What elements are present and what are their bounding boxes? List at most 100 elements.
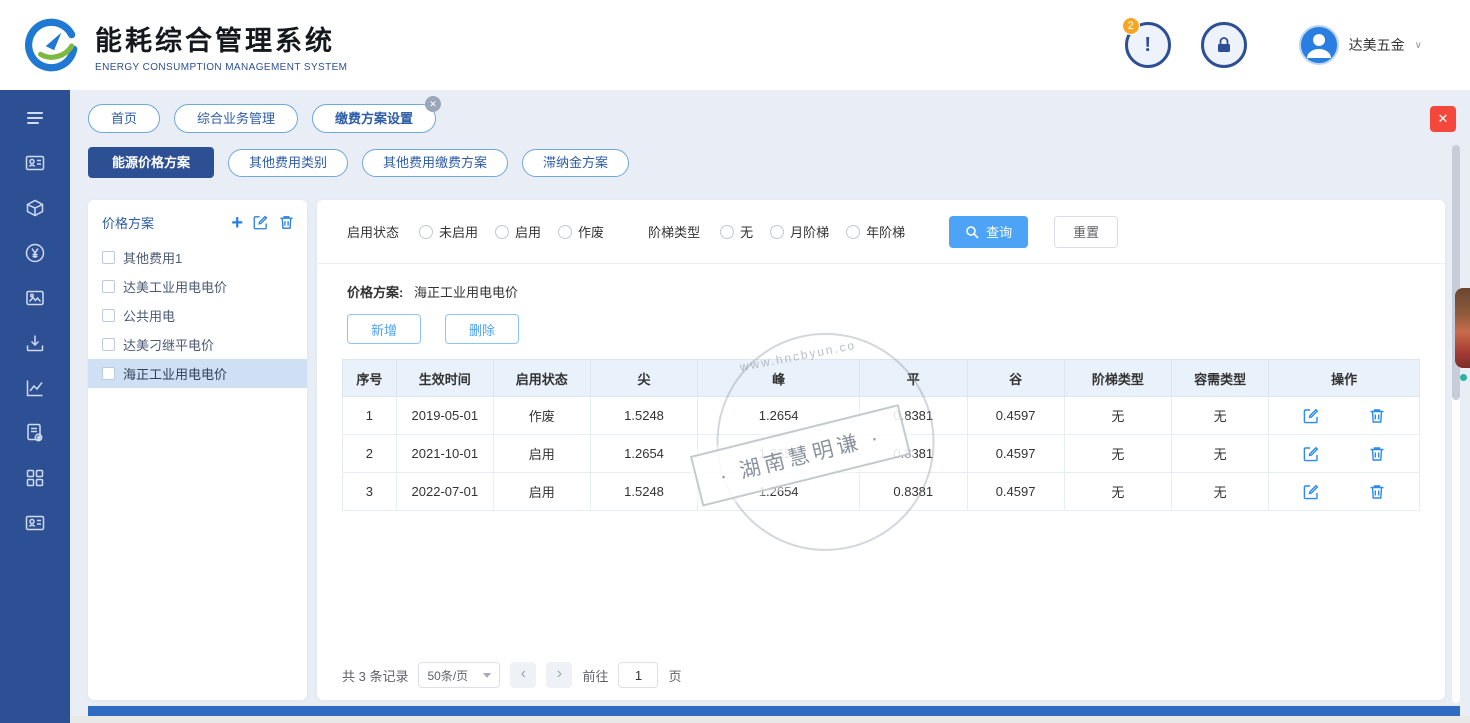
filter-bar: 启用状态 未启用 启用 作废 阶梯类型 [317, 200, 1445, 264]
price-plan-panel-header: 价格方案 [88, 200, 307, 243]
cell-peak: 1.2654 [698, 435, 860, 473]
reset-button[interactable]: 重置 [1054, 216, 1118, 248]
user-name: 达美五金 [1349, 35, 1405, 55]
plan-list-item-label: 公共用电 [123, 306, 175, 325]
subtab-other-fee-payment-plan[interactable]: 其他费用缴费方案 [362, 149, 508, 177]
radio-ladder-yearly[interactable]: 年阶梯 [846, 222, 905, 241]
checkbox-icon[interactable] [102, 338, 115, 351]
table-header-row: 序号 生效时间 启用状态 尖 峰 平 谷 阶梯类型 容需类型 操作 [343, 360, 1420, 397]
delete-plan-icon[interactable] [278, 214, 295, 231]
tab-business-mgmt[interactable]: 综合业务管理 [174, 104, 298, 133]
table-row: 3 2022-07-01 启用 1.5248 1.2654 0.8381 0.4… [343, 473, 1420, 511]
cell-operations [1269, 435, 1420, 473]
cell-valley: 0.4597 [967, 435, 1064, 473]
page-size-select[interactable]: 50条/页 [418, 662, 500, 688]
radio-ladder-monthly[interactable]: 月阶梯 [770, 222, 829, 241]
lock-icon [1213, 34, 1235, 56]
mascot-peek[interactable] [1455, 288, 1470, 368]
doc-settings-icon[interactable] [23, 421, 47, 445]
radio-circle-icon [495, 225, 509, 239]
content-area: 首页 综合业务管理 缴费方案设置 能源价格方案 其他费用类别 其他费用缴费方案 … [70, 90, 1470, 723]
delete-row-button[interactable] [1368, 445, 1386, 463]
checkbox-icon[interactable] [102, 309, 115, 322]
vertical-scrollbar[interactable] [1452, 145, 1460, 703]
plan-list-item[interactable]: 达美刁继平电价 [88, 330, 307, 359]
lock-button[interactable] [1201, 22, 1247, 68]
delete-row-button[interactable] [1368, 483, 1386, 501]
checkbox-icon[interactable] [102, 251, 115, 264]
package-icon[interactable] [23, 196, 47, 220]
report-image-icon[interactable] [23, 286, 47, 310]
current-plan-row: 价格方案: 海正工业用电电价 [317, 264, 1445, 301]
ladder-filter-label: 阶梯类型 [648, 222, 700, 241]
cell-index: 2 [343, 435, 397, 473]
tab-payment-plan-settings[interactable]: 缴费方案设置 [312, 104, 436, 133]
col-header: 操作 [1269, 360, 1420, 397]
app-logo-icon [22, 14, 82, 74]
cell-status: 启用 [493, 435, 590, 473]
col-header: 尖 [590, 360, 698, 397]
cell-status: 启用 [493, 473, 590, 511]
tab-home[interactable]: 首页 [88, 104, 160, 133]
user-menu[interactable]: 达美五金 [1299, 25, 1422, 65]
id-card-icon[interactable] [23, 151, 47, 175]
next-page-button[interactable] [546, 662, 572, 688]
price-plan-panel-title: 价格方案 [102, 213, 231, 232]
add-record-button[interactable]: 新增 [347, 314, 421, 344]
edit-row-button[interactable] [1302, 445, 1320, 463]
edit-row-button[interactable] [1302, 407, 1320, 425]
page-size-value: 50条/页 [427, 667, 468, 684]
radio-status-voided[interactable]: 作废 [558, 222, 604, 241]
grid-icon[interactable] [23, 466, 47, 490]
radio-status-not-enabled[interactable]: 未启用 [419, 222, 478, 241]
prev-page-button[interactable] [510, 662, 536, 688]
subtab-late-fee-plan[interactable]: 滞纳金方案 [522, 149, 629, 177]
radio-ladder-none[interactable]: 无 [720, 222, 753, 241]
menu-icon[interactable] [23, 106, 47, 130]
status-filter-label: 启用状态 [347, 222, 399, 241]
radio-status-enabled[interactable]: 启用 [495, 222, 541, 241]
col-header: 启用状态 [493, 360, 590, 397]
tab-close-icon[interactable] [425, 96, 441, 112]
col-header: 平 [859, 360, 967, 397]
download-icon[interactable] [23, 331, 47, 355]
line-chart-icon[interactable] [23, 376, 47, 400]
notification-badge: 2 [1122, 17, 1140, 35]
edit-plan-icon[interactable] [252, 214, 269, 231]
radio-label: 作废 [578, 222, 604, 241]
id-card-alt-icon[interactable] [23, 511, 47, 535]
cell-flat: 0.8381 [859, 435, 967, 473]
add-plan-icon[interactable] [231, 216, 243, 230]
app: 能耗综合管理系统 ENERGY CONSUMPTION MANAGEMENT S… [0, 0, 1470, 723]
close-page-button[interactable] [1430, 106, 1456, 132]
plan-list-item[interactable]: 公共用电 [88, 301, 307, 330]
cell-sharp: 1.5248 [590, 397, 698, 435]
currency-yen-icon[interactable] [23, 241, 47, 265]
app-title-block: 能耗综合管理系统 ENERGY CONSUMPTION MANAGEMENT S… [95, 19, 347, 73]
notification-button[interactable]: 2 [1125, 22, 1171, 68]
cell-peak: 1.2654 [698, 397, 860, 435]
radio-label: 年阶梯 [866, 222, 905, 241]
status-filter-group: 启用状态 未启用 启用 作废 [347, 222, 604, 241]
goto-page-input[interactable] [618, 662, 658, 688]
edit-row-button[interactable] [1302, 483, 1320, 501]
breadcrumb-tabs: 首页 综合业务管理 缴费方案设置 [88, 104, 436, 133]
cell-index: 3 [343, 473, 397, 511]
sub-tabs: 能源价格方案 其他费用类别 其他费用缴费方案 滞纳金方案 [88, 147, 629, 178]
plan-list-item[interactable]: 达美工业用电电价 [88, 272, 307, 301]
delete-record-button[interactable]: 删除 [445, 314, 519, 344]
plan-list-item[interactable]: 其他费用1 [88, 243, 307, 272]
cell-valley: 0.4597 [967, 397, 1064, 435]
subtab-energy-price-plan[interactable]: 能源价格方案 [88, 147, 214, 178]
delete-row-button[interactable] [1368, 407, 1386, 425]
query-button[interactable]: 查询 [949, 216, 1028, 248]
table-row: 1 2019-05-01 作废 1.5248 1.2654 0.8381 0.4… [343, 397, 1420, 435]
checkbox-icon[interactable] [102, 280, 115, 293]
horizontal-scrollbar-track[interactable] [70, 716, 1470, 723]
app-subtitle: ENERGY CONSUMPTION MANAGEMENT SYSTEM [95, 62, 347, 73]
pagination: 共 3 条记录 50条/页 前往 页 [342, 662, 682, 688]
exclamation-icon [1144, 34, 1151, 57]
checkbox-icon[interactable] [102, 367, 115, 380]
subtab-other-fee-category[interactable]: 其他费用类别 [228, 149, 348, 177]
plan-list-item-selected[interactable]: 海正工业用电电价 [88, 359, 307, 388]
